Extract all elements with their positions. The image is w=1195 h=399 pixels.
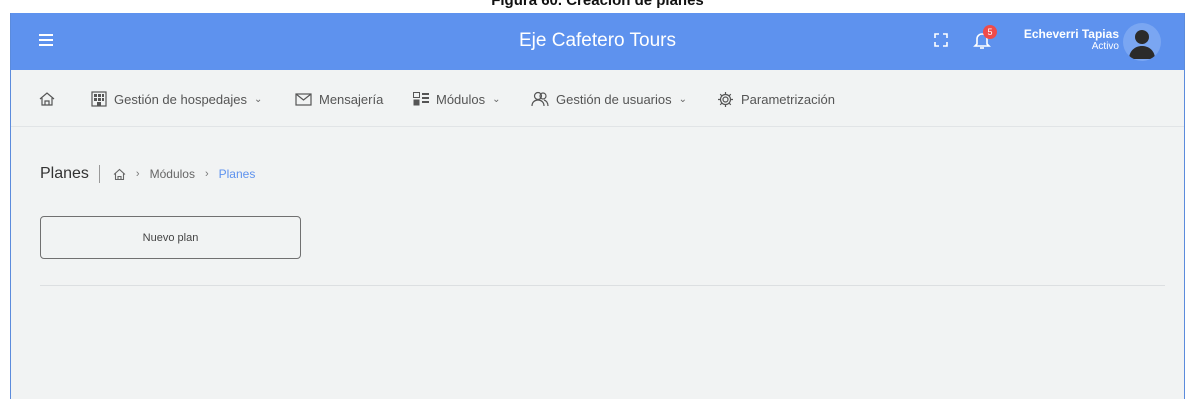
nav-modulos[interactable]: Módulos ⌄ bbox=[413, 90, 501, 108]
figure-caption: Figura 60. Creación de planes bbox=[491, 0, 704, 9]
divider bbox=[40, 285, 1165, 286]
nav-label: Gestión de hospedajes bbox=[114, 91, 247, 107]
home-icon[interactable] bbox=[113, 168, 126, 181]
chevron-right-icon: › bbox=[135, 168, 140, 180]
avatar[interactable] bbox=[1123, 23, 1161, 61]
gear-icon bbox=[718, 91, 733, 107]
user-avatar-icon bbox=[1129, 30, 1155, 59]
app-window: Eje Cafetero Tours 5 Echeverri Tapias Ac… bbox=[10, 13, 1185, 399]
notification-badge: 5 bbox=[983, 25, 997, 39]
nav-mensajeria[interactable]: Mensajería bbox=[295, 90, 383, 108]
nav-parametrizacion[interactable]: Parametrización bbox=[717, 90, 835, 108]
main-nav: Gestión de hospedajes ⌄ Mensajería Módul… bbox=[11, 70, 1184, 127]
chevron-down-icon: ⌄ bbox=[253, 93, 263, 105]
nav-label: Módulos bbox=[436, 91, 486, 107]
nav-gestion-hospedajes[interactable]: Gestión de hospedajes ⌄ bbox=[91, 90, 262, 108]
new-plan-button[interactable]: Nuevo plan bbox=[40, 216, 301, 259]
app-title: Eje Cafetero Tours bbox=[518, 30, 676, 51]
breadcrumb-modulos[interactable]: Módulos bbox=[150, 167, 195, 181]
envelope-icon bbox=[295, 92, 312, 106]
breadcrumb-planes: Planes bbox=[218, 167, 256, 181]
fullscreen-icon[interactable] bbox=[934, 33, 948, 47]
nav-label: Gestión de usuarios bbox=[556, 91, 672, 107]
nav-gestion-usuarios[interactable]: Gestión de usuarios ⌄ bbox=[531, 90, 687, 108]
users-icon bbox=[531, 91, 549, 107]
page-title: Planes bbox=[40, 165, 89, 182]
chevron-down-icon: ⌄ bbox=[492, 93, 501, 105]
nav-home[interactable] bbox=[39, 90, 62, 108]
breadcrumb: Planes › Módulos › Planes bbox=[40, 163, 255, 185]
home-icon bbox=[39, 92, 55, 106]
building-icon bbox=[91, 91, 107, 107]
nav-label: Parametrización bbox=[741, 91, 835, 107]
user-name: Echeverri Tapias bbox=[1023, 27, 1119, 41]
chevron-right-icon: › bbox=[204, 168, 209, 180]
user-info[interactable]: Echeverri Tapias Activo bbox=[1024, 27, 1119, 53]
user-status: Activo bbox=[1091, 41, 1119, 52]
top-bar: Eje Cafetero Tours 5 Echeverri Tapias Ac… bbox=[11, 13, 1184, 70]
modules-icon bbox=[413, 92, 429, 106]
nav-label: Mensajería bbox=[319, 91, 384, 107]
breadcrumb-divider bbox=[98, 165, 100, 183]
chevron-down-icon: ⌄ bbox=[678, 93, 688, 105]
